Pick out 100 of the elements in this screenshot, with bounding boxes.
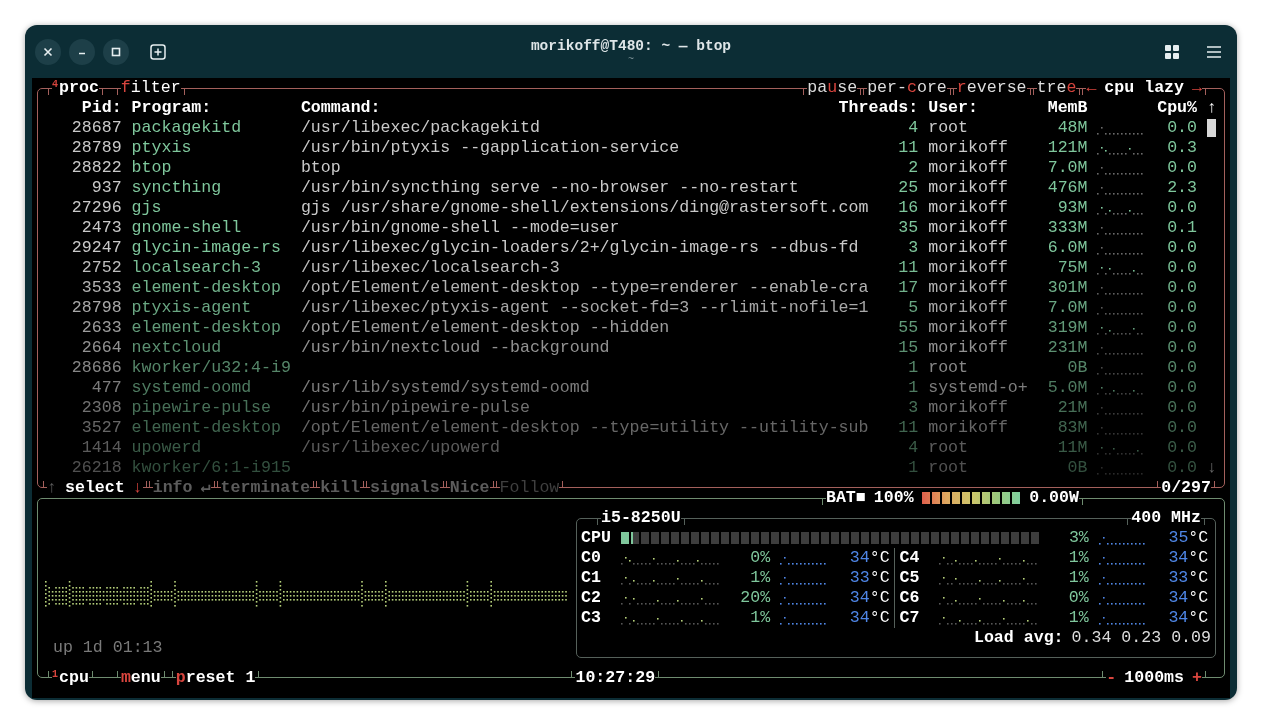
- memory-cell: 333M: [1047, 218, 1088, 238]
- cpu-sparkline: [1097, 467, 1146, 475]
- command-cell: /usr/bin/ptyxis --gapplication-service: [300, 138, 680, 157]
- minimize-button[interactable]: [69, 38, 95, 65]
- program-cell: ptyxis-agent: [131, 298, 252, 317]
- pid-cell: 2633: [81, 318, 122, 338]
- load-average-values: 0.34 0.23 0.09: [1071, 628, 1211, 648]
- pid-cell: 1414: [81, 438, 122, 458]
- user-cell: morikoff: [928, 318, 1008, 337]
- memory-cell: 7.0M: [1047, 158, 1088, 178]
- program-cell: nextcloud: [131, 338, 222, 357]
- close-button[interactable]: [35, 38, 61, 65]
- cpu-cell: 0.0: [1167, 258, 1198, 278]
- cpu-sparkline: [1097, 307, 1146, 315]
- threads-cell: 1: [908, 358, 919, 378]
- cpu-sparkline: [1097, 147, 1146, 155]
- scrollbar-thumb[interactable]: [1207, 119, 1216, 137]
- pid-cell: 28686: [71, 358, 122, 378]
- cpu-sparkline: [1097, 207, 1146, 215]
- core-label: C5: [899, 568, 920, 587]
- cpu-percent: 3%: [1068, 528, 1089, 548]
- threads-cell: 4: [908, 118, 919, 138]
- column-header: Program:: [131, 98, 212, 117]
- cpu-cell: 0.0: [1167, 418, 1198, 438]
- cpu-cell: 0.0: [1167, 358, 1198, 378]
- cpu-cell: 2.3: [1167, 178, 1198, 198]
- column-header: Command:: [300, 98, 381, 117]
- program-cell: element-desktop: [131, 418, 281, 437]
- command-cell: /usr/libexec/upowerd: [300, 438, 501, 457]
- program-cell: upowerd: [131, 438, 202, 457]
- temperature-graph: [780, 617, 829, 625]
- program-cell: ptyxis: [131, 138, 192, 157]
- temperature-reading: 34°C: [849, 548, 890, 568]
- cpu-sparkline: [1097, 267, 1146, 275]
- decrease-interval-button[interactable]: -: [1106, 668, 1117, 688]
- pid-cell: 3527: [81, 418, 122, 438]
- cpu-sparkline: [1097, 127, 1146, 135]
- program-cell: gjs: [131, 198, 162, 217]
- update-interval: 1000ms: [1124, 668, 1185, 688]
- user-cell: morikoff: [928, 138, 1008, 157]
- uptime-label: up 1d 01:13: [52, 638, 163, 658]
- cpu-sparkline: [1097, 327, 1146, 335]
- pid-cell: 2664: [81, 338, 122, 358]
- temperature-reading: 34°C: [1168, 608, 1209, 628]
- core-percent: 1%: [750, 568, 771, 588]
- menu-option[interactable]: tree: [1036, 78, 1077, 98]
- cpu-sparkline: [1097, 407, 1146, 415]
- user-cell: morikoff: [928, 158, 1008, 177]
- threads-cell: 55: [898, 318, 919, 338]
- memory-cell: 7.0M: [1047, 298, 1088, 318]
- cpu-sparkline: [1097, 447, 1146, 455]
- memory-cell: 301M: [1047, 278, 1088, 298]
- column-header: Cpu%: [1157, 98, 1198, 118]
- cpu-cell: 0.0: [1167, 398, 1198, 418]
- threads-cell: 15: [898, 338, 919, 358]
- cpu-sparkline: [1097, 227, 1146, 235]
- command-cell: /usr/libexec/ptyxis-agent --socket-fd=3 --rlimit-nofile=1: [300, 298, 869, 317]
- next-sort-button[interactable]: →: [1192, 78, 1202, 98]
- memory-cell: 48M: [1057, 118, 1088, 138]
- increase-interval-button[interactable]: +: [1192, 668, 1202, 688]
- threads-cell: 11: [898, 258, 919, 278]
- temperature-graph: [780, 557, 829, 565]
- threads-cell: 1: [908, 458, 919, 478]
- user-cell: morikoff: [928, 258, 1008, 277]
- cpu-label: CPU: [581, 528, 611, 547]
- temperature-graph: [1098, 617, 1147, 625]
- temperature-reading: 34°C: [849, 588, 890, 608]
- memory-cell: 121M: [1047, 138, 1088, 158]
- temperature-graph: [1098, 537, 1147, 545]
- core-percent: 0%: [1068, 588, 1089, 608]
- battery-power: 0.00W: [1029, 488, 1079, 508]
- pid-cell: 28798: [71, 298, 122, 318]
- menu-option[interactable]: preset 1: [175, 668, 256, 688]
- scroll-up-arrow[interactable]: ↑: [1207, 98, 1217, 117]
- memory-cell: 319M: [1047, 318, 1088, 338]
- command-cell: /usr/bin/nextcloud --background: [300, 338, 610, 357]
- program-cell: pipewire-pulse: [131, 398, 272, 417]
- previous-sort-button[interactable]: ←: [1086, 78, 1097, 98]
- memory-cell: 83M: [1057, 418, 1088, 438]
- user-cell: root: [928, 438, 969, 457]
- cpu-cell: 0.0: [1167, 238, 1198, 258]
- threads-cell: 3: [908, 238, 919, 258]
- maximize-button[interactable]: [103, 38, 129, 65]
- command-cell: /usr/libexec/packagekitd: [300, 118, 540, 137]
- scroll-down-arrow[interactable]: ↓: [1207, 458, 1217, 477]
- maximize-icon: [111, 46, 121, 57]
- window-subtitle: ~: [627, 53, 635, 66]
- command-cell: gjs /usr/share/gnome-shell/extensions/ding@rastersoft.com: [300, 198, 869, 217]
- threads-cell: 2: [908, 158, 919, 178]
- memory-cell: 231M: [1047, 338, 1088, 358]
- threads-cell: 5: [908, 298, 919, 318]
- pid-cell: 3533: [81, 278, 122, 298]
- pid-cell: 29247: [71, 238, 122, 258]
- threads-cell: 3: [908, 398, 919, 418]
- battery-label: BAT■: [825, 488, 866, 508]
- program-cell: localsearch-3: [131, 258, 262, 277]
- temperature-graph: [1098, 597, 1147, 605]
- program-cell: systemd-oomd: [131, 378, 252, 397]
- memory-cell: 0B: [1067, 358, 1088, 378]
- temperature-graph: [1098, 557, 1147, 565]
